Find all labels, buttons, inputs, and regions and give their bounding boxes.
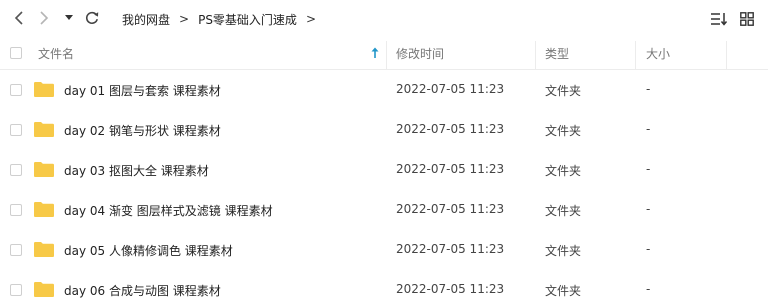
folder-icon [34, 282, 54, 297]
caret-down-icon [65, 15, 73, 20]
breadcrumb-separator: > [179, 12, 190, 26]
history-dropdown-button[interactable] [61, 7, 77, 29]
file-modified: 2022-07-05 11:23 [396, 82, 505, 96]
sort-list-icon [711, 13, 728, 26]
column-divider [726, 41, 727, 69]
file-name[interactable]: day 05 人像精修调色 课程素材 [64, 242, 233, 259]
file-name[interactable]: day 01 图层与套索 课程素材 [64, 82, 221, 99]
folder-icon [34, 242, 54, 257]
folder-icon [34, 82, 54, 97]
file-type: 文件夹 [545, 124, 582, 138]
file-name[interactable]: day 02 钢笔与形状 课程素材 [64, 122, 221, 139]
breadcrumb-separator[interactable]: > [306, 12, 316, 26]
column-header-type-label: 类型 [545, 46, 570, 61]
column-header-size-label: 大小 [646, 46, 671, 61]
file-size: - [646, 122, 651, 136]
row-checkbox[interactable] [10, 84, 22, 96]
file-row[interactable]: day 05 人像精修调色 课程素材 2022-07-05 11:23 文件夹 - [0, 230, 768, 270]
file-row[interactable]: day 06 合成与动图 课程素材 2022-07-05 11:23 文件夹 - [0, 270, 768, 308]
column-divider [535, 41, 536, 69]
column-divider [386, 41, 387, 69]
file-modified: 2022-07-05 11:23 [396, 162, 505, 176]
row-checkbox[interactable] [10, 124, 22, 136]
file-row[interactable]: day 02 钢笔与形状 课程素材 2022-07-05 11:23 文件夹 - [0, 110, 768, 150]
grid-view-icon [740, 12, 754, 26]
file-modified: 2022-07-05 11:23 [396, 122, 505, 136]
column-header-modified[interactable]: 修改时间 [396, 37, 534, 69]
grid-view-button[interactable] [737, 9, 757, 29]
chevron-right-icon [40, 11, 49, 25]
file-name[interactable]: day 03 抠图大全 课程素材 [64, 162, 209, 179]
file-size: - [646, 162, 651, 176]
select-all-checkbox[interactable] [10, 47, 22, 59]
chevron-left-icon [14, 11, 23, 25]
folder-icon [34, 202, 54, 217]
folder-icon [34, 122, 54, 137]
file-modified: 2022-07-05 11:23 [396, 282, 505, 296]
file-size: - [646, 282, 651, 296]
sort-button[interactable] [709, 9, 729, 29]
toolbar: 我的网盘 > PS零基础入门速成 > [0, 0, 768, 37]
row-checkbox[interactable] [10, 204, 22, 216]
breadcrumb: 我的网盘 > PS零基础入门速成 > [122, 10, 325, 28]
file-type: 文件夹 [545, 84, 582, 98]
column-header-name[interactable]: 文件名 [38, 37, 386, 69]
column-header-size[interactable]: 大小 [646, 37, 726, 69]
file-modified: 2022-07-05 11:23 [396, 242, 505, 256]
file-row[interactable]: day 04 渐变 图层样式及滤镜 课程素材 2022-07-05 11:23 文件… [0, 190, 768, 230]
file-type: 文件夹 [545, 284, 582, 298]
back-button[interactable] [8, 7, 30, 29]
file-size: - [646, 202, 651, 216]
breadcrumb-item-root[interactable]: 我的网盘 [122, 11, 170, 28]
row-checkbox[interactable] [10, 284, 22, 296]
forward-button[interactable] [33, 7, 55, 29]
column-header-name-label: 文件名 [38, 46, 75, 61]
column-header-modified-label: 修改时间 [396, 46, 445, 61]
refresh-button[interactable] [81, 7, 103, 29]
column-header-type[interactable]: 类型 [545, 37, 633, 69]
row-checkbox[interactable] [10, 164, 22, 176]
header-select-all [10, 37, 22, 69]
arrow-up-icon [371, 47, 379, 58]
file-row[interactable]: day 03 抠图大全 课程素材 2022-07-05 11:23 文件夹 - [0, 150, 768, 190]
file-list-header: 文件名 修改时间 类型 大小 [0, 37, 768, 70]
file-size: - [646, 242, 651, 256]
row-checkbox[interactable] [10, 244, 22, 256]
refresh-icon [86, 11, 99, 25]
file-type: 文件夹 [545, 204, 582, 218]
file-name[interactable]: day 06 合成与动图 课程素材 [64, 282, 221, 299]
file-name[interactable]: day 04 渐变 图层样式及滤镜 课程素材 [64, 202, 273, 219]
file-row[interactable]: day 01 图层与套索 课程素材 2022-07-05 11:23 文件夹 - [0, 70, 768, 110]
file-size: - [646, 82, 651, 96]
file-type: 文件夹 [545, 164, 582, 178]
breadcrumb-item-current[interactable]: PS零基础入门速成 [198, 11, 297, 28]
column-divider [635, 41, 636, 69]
folder-icon [34, 162, 54, 177]
file-type: 文件夹 [545, 244, 582, 258]
file-modified: 2022-07-05 11:23 [396, 202, 505, 216]
